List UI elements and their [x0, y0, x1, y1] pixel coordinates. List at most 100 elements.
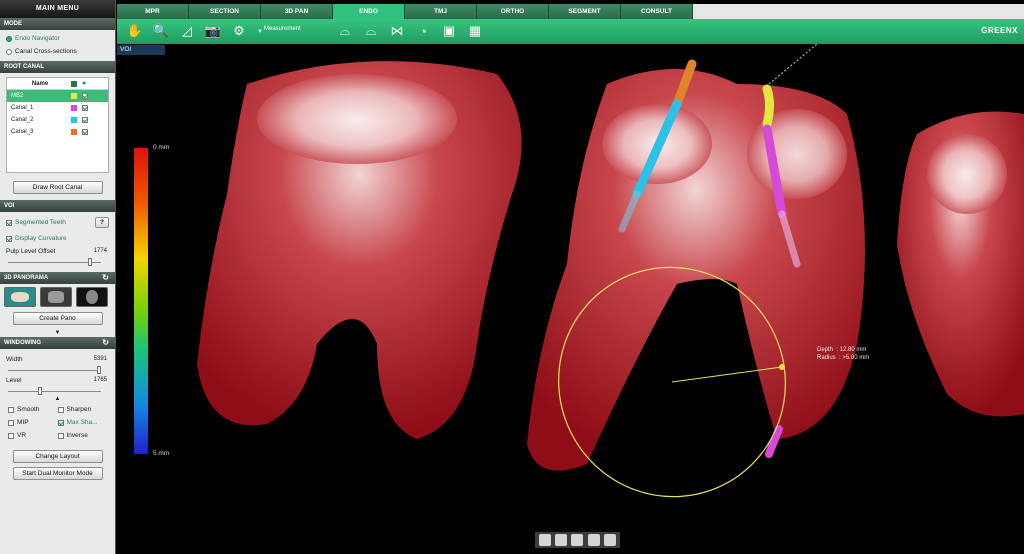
option-smooth[interactable]: Smooth: [8, 403, 58, 416]
mode-tabs: MPR SECTION 3D PAN ENDO TMJ ORTHO SEGMEN…: [117, 4, 1024, 19]
mode-header: MODE: [0, 18, 115, 30]
option-label: Max Sha...: [66, 419, 98, 426]
level-value: 1765: [93, 377, 107, 383]
option-label: Smooth: [17, 406, 40, 413]
windowing-header-label: WINDOWING: [4, 340, 41, 346]
canal-color-swatch[interactable]: [71, 129, 77, 135]
level-slider[interactable]: [8, 387, 101, 395]
checkbox[interactable]: [8, 406, 14, 413]
collapse-arrow-icon[interactable]: ▲: [0, 395, 115, 403]
visibility-checkbox[interactable]: [82, 105, 88, 111]
tool-4-icon[interactable]: [587, 534, 600, 546]
segmented-teeth-option[interactable]: Segmented Teeth ?: [0, 216, 115, 229]
tool-3-icon[interactable]: [571, 534, 584, 546]
draw-root-canal-button[interactable]: Draw Root Canal: [12, 181, 103, 194]
checkbox[interactable]: [8, 432, 14, 439]
row-name: MB2: [11, 93, 24, 99]
dropdown-arrow-icon[interactable]: ▾: [257, 23, 263, 39]
visibility-checkbox[interactable]: [82, 93, 88, 99]
depth-radius-readout: Depth : 12.80 mm Radius : >5.00 mm: [817, 347, 870, 361]
tab-segment[interactable]: SEGMENT: [549, 4, 621, 19]
pano-thumb-face-icon[interactable]: [76, 287, 108, 307]
canal-color-swatch[interactable]: [71, 117, 77, 123]
measure-point[interactable]: [779, 364, 785, 370]
option-inverse[interactable]: Inverse: [57, 429, 108, 442]
pano-thumb-skull-icon[interactable]: [4, 287, 36, 307]
option-vr[interactable]: VR: [8, 429, 58, 442]
right-tooth-crown: [927, 134, 1007, 214]
canal-color-swatch[interactable]: [71, 105, 77, 111]
checkbox[interactable]: [8, 419, 14, 426]
radio-off-icon[interactable]: [6, 48, 12, 55]
image-icon[interactable]: ▣: [441, 23, 457, 39]
angle-tool-icon[interactable]: ◿: [179, 23, 195, 39]
option-sharpen[interactable]: Sharpen: [57, 403, 108, 416]
dual-monitor-button[interactable]: Start Dual Monitor Mode: [12, 467, 103, 480]
slider-thumb[interactable]: [97, 366, 102, 374]
pano-thumb-jaw-icon[interactable]: [40, 287, 72, 307]
help-button[interactable]: ?: [95, 217, 109, 228]
table-row-canal-1[interactable]: Canal_1: [7, 102, 108, 114]
display-curvature-option[interactable]: Display Curvature: [0, 232, 115, 245]
refresh-icon[interactable]: ↻: [102, 337, 109, 349]
checkbox[interactable]: [6, 219, 12, 226]
expand-arrow-icon[interactable]: ▼: [0, 329, 115, 337]
reset-icon[interactable]: ◔: [415, 23, 431, 39]
tab-mpr[interactable]: MPR: [117, 4, 189, 19]
cut-tool-icon[interactable]: ⌓: [337, 23, 353, 39]
visibility-checkbox[interactable]: [82, 117, 88, 123]
checkbox[interactable]: [57, 432, 64, 439]
tab-endo[interactable]: ENDO: [333, 4, 405, 19]
layout-icon[interactable]: ▦: [467, 23, 483, 39]
refresh-icon[interactable]: ↻: [102, 272, 109, 284]
mode-option-endo-navigator[interactable]: Endo Navigator: [0, 32, 115, 45]
pulp-level-slider[interactable]: [8, 258, 101, 266]
tool-5-icon[interactable]: [603, 534, 616, 546]
visibility-checkbox[interactable]: [82, 129, 88, 135]
table-row-canal-3[interactable]: Canal_3: [7, 126, 108, 138]
tool-2-icon[interactable]: [555, 534, 568, 546]
segmented-teeth-label: Segmented Teeth: [15, 219, 66, 226]
tool-1-icon[interactable]: [539, 534, 552, 546]
camera-icon[interactable]: 📷: [205, 23, 221, 39]
color-column-icon: [71, 80, 77, 87]
slider-thumb[interactable]: [37, 387, 42, 395]
option-mip[interactable]: MIP: [8, 416, 58, 429]
checkbox[interactable]: [57, 419, 64, 426]
panorama-thumbnails: [0, 284, 115, 310]
tab-3d-pan[interactable]: 3D PAN: [261, 4, 333, 19]
curve-tool-icon[interactable]: ⋈: [389, 23, 405, 39]
radio-on-icon[interactable]: [6, 35, 12, 42]
width-slider[interactable]: [8, 366, 102, 374]
table-row-canal-2[interactable]: Canal_2: [7, 114, 108, 126]
mb2-canal-path[interactable]: [762, 84, 774, 129]
option-max-shading[interactable]: Max Sha...: [57, 416, 108, 429]
tab-ortho[interactable]: ORTHO: [477, 4, 549, 19]
slider-track: [8, 370, 101, 371]
tab-section[interactable]: SECTION: [189, 4, 261, 19]
cut-tool-2-icon[interactable]: ⌓: [363, 23, 379, 39]
canal-color-swatch[interactable]: [71, 93, 77, 99]
windowing-options: Smooth Sharpen MIP Max Sha... VR Inverse: [0, 403, 115, 442]
3d-viewport[interactable]: VOI 0 mm 5 mm Depth : 12.80 mm Radius : …: [117, 44, 1024, 554]
root-canal-table: Name ● MB2 Canal_1 Canal_2 Canal_3: [6, 77, 109, 173]
direction-line: [768, 44, 818, 85]
mode-option-canal-cross-sections[interactable]: Canal Cross-sections: [0, 45, 115, 58]
middle-tooth-crown-2: [747, 109, 847, 199]
toolbar: ✋ 🔍 ◿ 📷 ⚙ ▾ Measurement ⌓ ⌓ ⋈ ◔ ▣ ▦ GREE…: [117, 19, 1024, 44]
zoom-icon[interactable]: 🔍: [153, 23, 169, 39]
checkbox[interactable]: [57, 406, 64, 413]
table-row-mb2[interactable]: MB2: [7, 90, 108, 102]
settings-cog-icon[interactable]: ⚙: [231, 23, 247, 39]
option-label: VR: [17, 432, 27, 439]
width-label: Width: [6, 356, 23, 363]
checkbox[interactable]: [6, 235, 12, 242]
tab-tmj[interactable]: TMJ: [405, 4, 477, 19]
level-label: Level: [6, 377, 22, 384]
slider-thumb[interactable]: [87, 258, 92, 266]
create-pano-button[interactable]: Create Pano: [12, 312, 103, 325]
change-layout-button[interactable]: Change Layout: [12, 450, 103, 463]
measurement-dropdown[interactable]: Measurement: [264, 26, 301, 32]
hand-pan-icon[interactable]: ✋: [127, 23, 143, 39]
tab-consult[interactable]: CONSULT: [621, 4, 693, 19]
